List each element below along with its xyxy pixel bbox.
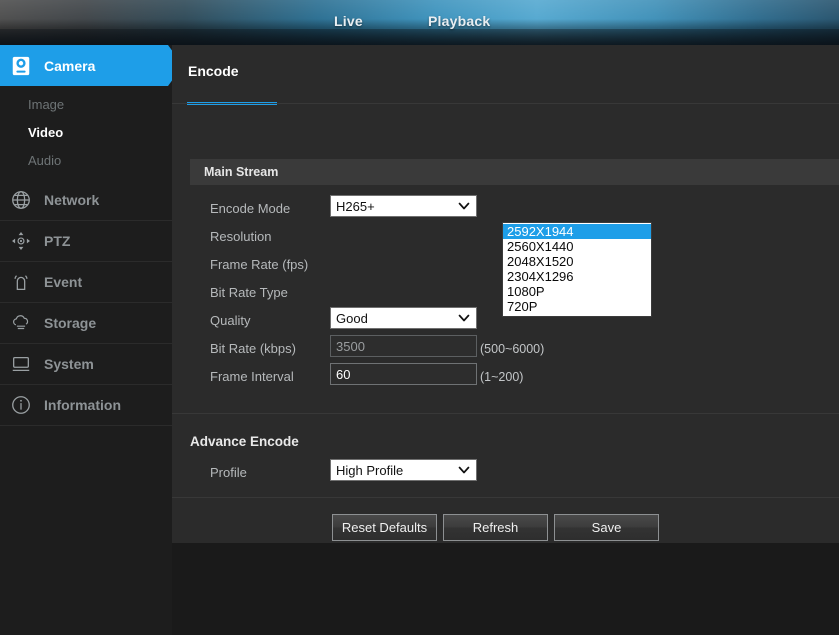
section-title-advance-encode: Advance Encode <box>190 434 299 449</box>
label-resolution: Resolution <box>210 229 272 244</box>
ipcam-web-ui: Live Playback Camera Image Video Audio N… <box>0 0 839 635</box>
label-frame-rate: Frame Rate (fps) <box>210 257 309 272</box>
action-button-row: Reset Defaults Refresh Save <box>172 514 839 542</box>
chevron-down-icon <box>458 200 470 212</box>
sidebar-item-video[interactable]: Video <box>0 118 172 146</box>
sidebar-item-storage[interactable]: Storage <box>0 303 172 344</box>
event-bell-icon <box>8 269 34 295</box>
bit-rate-input-wrap <box>330 335 477 357</box>
network-globe-icon <box>8 187 34 213</box>
section-header-main-stream: Main Stream <box>190 159 839 185</box>
frame-interval-input[interactable] <box>330 363 477 385</box>
sidebar-item-camera[interactable]: Camera <box>0 45 183 86</box>
resolution-option[interactable]: 2560X1440 <box>503 239 651 254</box>
chevron-down-icon <box>458 312 470 324</box>
label-bit-rate: Bit Rate (kbps) <box>210 341 296 356</box>
reset-defaults-button[interactable]: Reset Defaults <box>332 514 437 541</box>
resolution-option[interactable]: 1080P <box>503 284 651 299</box>
chevron-down-icon <box>458 464 470 476</box>
sidebar-item-network[interactable]: Network <box>0 180 172 221</box>
sidebar-item-label-camera: Camera <box>44 57 96 74</box>
save-button[interactable]: Save <box>554 514 659 541</box>
profile-select[interactable]: High Profile <box>330 459 477 481</box>
quality-value: Good <box>336 310 368 326</box>
refresh-button[interactable]: Refresh <box>443 514 548 541</box>
system-monitor-icon <box>8 351 34 377</box>
storage-cloud-icon <box>8 310 34 336</box>
sidebar-item-label-network: Network <box>44 192 100 208</box>
label-quality: Quality <box>210 313 251 328</box>
bit-rate-input[interactable] <box>330 335 477 357</box>
encode-mode-select-wrap: H265+ <box>330 195 477 217</box>
resolution-option[interactable]: 2048X1520 <box>503 254 651 269</box>
sidebar-item-label-information: Information <box>44 397 121 413</box>
label-bit-rate-type: Bit Rate Type <box>210 285 288 300</box>
tab-encode[interactable]: Encode <box>188 63 239 79</box>
encode-mode-value: H265+ <box>336 198 375 214</box>
resolution-option[interactable]: 720P <box>503 299 651 314</box>
info-circle-icon <box>8 392 34 418</box>
tab-bar: Encode <box>172 45 839 105</box>
top-header-bar: Live Playback <box>0 0 839 45</box>
label-encode-mode: Encode Mode <box>210 201 291 216</box>
sidebar-item-label-ptz: PTZ <box>44 233 71 249</box>
nav-playback[interactable]: Playback <box>428 13 490 29</box>
sidebar-subgroup-camera: Image Video Audio <box>0 86 172 180</box>
frame-interval-input-wrap <box>330 363 477 385</box>
section-divider <box>172 497 839 498</box>
section-divider <box>172 413 839 414</box>
label-frame-interval: Frame Interval <box>210 369 294 384</box>
sidebar-item-label-system: System <box>44 356 94 372</box>
sidebar-item-information[interactable]: Information <box>0 385 172 426</box>
ptz-dpad-icon <box>8 228 34 254</box>
quality-select[interactable]: Good <box>330 307 477 329</box>
resolution-option[interactable]: 2592X1944 <box>503 224 651 239</box>
sidebar-item-label-storage: Storage <box>44 315 97 331</box>
encode-mode-select[interactable]: H265+ <box>330 195 477 217</box>
camera-icon <box>8 53 34 79</box>
sidebar-nav: Camera Image Video Audio Network PTZ Eve… <box>0 45 183 635</box>
resolution-option[interactable]: 2304X1296 <box>503 269 651 284</box>
hint-bit-rate-range: (500~6000) <box>480 342 545 356</box>
resolution-dropdown-list[interactable]: 2592X1944 2560X1440 2048X1520 2304X1296 … <box>502 222 652 317</box>
sidebar-item-label-event: Event <box>44 274 83 290</box>
profile-value: High Profile <box>336 462 404 478</box>
sidebar-item-ptz[interactable]: PTZ <box>0 221 172 262</box>
label-profile: Profile <box>210 465 247 480</box>
profile-select-wrap: High Profile <box>330 459 477 481</box>
quality-select-wrap: Good <box>330 307 477 329</box>
sidebar-item-audio[interactable]: Audio <box>0 146 172 174</box>
nav-live[interactable]: Live <box>334 13 363 29</box>
content-panel: Encode Main Stream Encode Mode H265+ Res… <box>172 45 839 543</box>
sidebar-item-image[interactable]: Image <box>0 90 172 118</box>
hint-frame-interval-range: (1~200) <box>480 370 524 384</box>
sidebar-item-system[interactable]: System <box>0 344 172 385</box>
tab-bar-baseline <box>172 103 839 104</box>
sidebar-item-event[interactable]: Event <box>0 262 172 303</box>
